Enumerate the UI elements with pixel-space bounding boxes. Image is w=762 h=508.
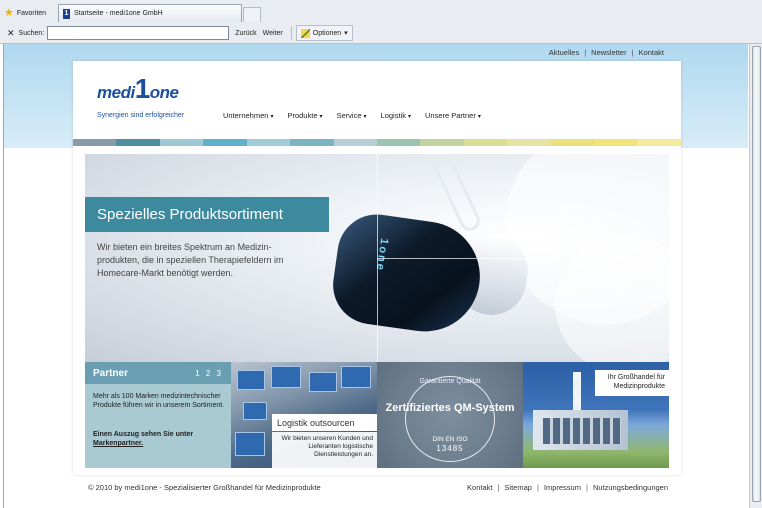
dropdown-arrow-icon: ▾ — [344, 30, 348, 37]
nav-item-unternehmen[interactable]: Unternehmen ▾ — [223, 111, 273, 120]
footer-copyright: © 2010 by medi1one - Spezialisierter Gro… — [88, 483, 321, 492]
seal-norm-number: 13485 — [436, 444, 464, 453]
tab-startseite[interactable]: 1 Startseite - medi1one GmbH — [58, 4, 242, 22]
stripe-segment — [463, 139, 508, 146]
stripe-segment — [116, 139, 160, 146]
top-link-kontakt[interactable]: Kontakt — [639, 48, 664, 57]
search-input[interactable] — [47, 26, 230, 40]
search-label: Suchen: — [18, 29, 45, 37]
star-icon: ★ — [4, 7, 14, 19]
stripe-segment — [203, 139, 247, 146]
tagline: Synergien sind erfolgreicher — [97, 112, 185, 119]
hero-title: Spezielles Produktsortiment — [85, 197, 329, 232]
tile-partner-text: Mehr als 100 Marken medizintechnischer P… — [93, 393, 225, 409]
chevron-down-icon: ▾ — [407, 114, 411, 120]
search-back-button[interactable]: Zurück — [235, 30, 256, 37]
nav-item-produkte[interactable]: Produkte ▾ — [287, 111, 322, 120]
nav-item-service[interactable]: Service ▾ — [337, 111, 367, 120]
tile-logistik-title: Logistik outsourcen — [272, 414, 377, 431]
tile-wholesale-text: Ihr Großhandel für Medizinprodukte — [595, 370, 669, 396]
feature-tiles: Partner 1 2 3 Mehr als 100 Marken medizi… — [85, 362, 669, 468]
main-nav: Unternehmen ▾ Produkte ▾ Service ▾ Logistik… — [223, 111, 481, 120]
stripe-segment — [159, 139, 204, 146]
chevron-down-icon: ▾ — [477, 114, 481, 120]
stripe-segment — [333, 139, 377, 146]
options-button[interactable]: Optionen ▾ — [295, 25, 353, 41]
favorites-button[interactable]: ★ Favoriten — [4, 5, 46, 21]
stripe-segment — [507, 139, 551, 146]
markenpartner-link[interactable]: Markenpartner. — [93, 440, 143, 447]
vertical-scrollbar[interactable] — [749, 44, 762, 508]
nav-item-partner[interactable]: Unsere Partner ▾ — [425, 111, 481, 120]
tab-bar: ★ Favoriten 1 Startseite - medi1one GmbH — [0, 3, 762, 22]
site-favicon-icon: 1 — [63, 8, 70, 19]
new-tab-button[interactable] — [243, 7, 261, 22]
footer-link-impressum[interactable]: Impressum — [544, 483, 581, 492]
tile-wholesale[interactable]: Ihr Großhandel für Medizinprodukte — [523, 362, 669, 468]
seal-main-text: Zertifiziertes QM-System — [385, 402, 515, 414]
logo-text-medi: medi — [97, 83, 135, 102]
nav-item-logistik[interactable]: Logistik ▾ — [381, 111, 411, 120]
chevron-down-icon: ▾ — [270, 114, 274, 120]
footer-link-sitemap[interactable]: Sitemap — [504, 483, 532, 492]
color-stripe — [73, 139, 681, 146]
tile-quality[interactable]: Garantierte Qualität Zertifiziertes QM-S… — [377, 362, 523, 468]
tile-logistik[interactable]: Logistik outsourcen Wir bieten unseren K… — [231, 362, 377, 468]
search-forward-button[interactable]: Weiter — [263, 30, 283, 37]
tab-title: Startseite - medi1one GmbH — [74, 10, 163, 17]
pencil-icon — [300, 28, 310, 38]
medical-device-image: 1one — [328, 209, 533, 339]
favorites-label: Favoriten — [16, 9, 47, 17]
stripe-segment — [290, 139, 334, 146]
stripe-segment — [376, 139, 421, 146]
chevron-down-icon: ▾ — [363, 114, 367, 120]
stripe-segment — [73, 139, 117, 146]
tile-partner-title: Partner — [93, 367, 129, 379]
top-link-aktuelles[interactable]: Aktuelles — [549, 48, 579, 57]
chevron-down-icon: ▾ — [319, 114, 323, 120]
search-toolbar: ✕ Suchen: Zurück Weiter Optionen ▾ — [0, 23, 762, 43]
stripe-segment — [246, 139, 291, 146]
stripe-segment — [637, 139, 681, 146]
footer-link-nutzungsbedingungen[interactable]: Nutzungsbedingungen — [593, 483, 668, 492]
tile-partner-link-text: Einen Auszug sehen Sie unter Markenpartn… — [93, 431, 194, 447]
tile-partner-pager[interactable]: 1 2 3 — [195, 369, 223, 378]
site-logo[interactable]: medi 1 one — [97, 73, 179, 104]
tile-partner[interactable]: Partner 1 2 3 Mehr als 100 Marken medizi… — [85, 362, 231, 468]
options-label: Optionen — [312, 29, 342, 37]
top-link-newsletter[interactable]: Newsletter — [591, 48, 626, 57]
page-viewport: Aktuelles | Newsletter | Kontakt medi 1 … — [3, 44, 748, 508]
stripe-segment — [550, 139, 595, 146]
seal-norm-text: DIN EN ISO — [432, 436, 468, 443]
footer: © 2010 by medi1one - Spezialisierter Gro… — [88, 483, 668, 492]
site-container: medi 1 one Synergien sind erfolgreicher … — [73, 61, 681, 475]
stripe-segment — [420, 139, 464, 146]
tile-logistik-text: Wir bieten unseren Kunden und Lieferante… — [272, 432, 377, 468]
stripe-segment — [594, 139, 638, 146]
hero-banner[interactable]: Spezielles Produktsortiment Wir bieten e… — [85, 154, 669, 362]
top-links: Aktuelles | Newsletter | Kontakt — [548, 48, 664, 57]
browser-chrome: ★ Favoriten 1 Startseite - medi1one GmbH… — [0, 0, 762, 44]
logo-text-one: one — [149, 83, 179, 102]
logo-number: 1 — [134, 73, 151, 104]
seal-top-text: Garantierte Qualität — [419, 378, 481, 385]
scrollbar-thumb[interactable] — [752, 46, 761, 502]
close-search-icon[interactable]: ✕ — [7, 28, 15, 39]
hero-text: Wir bieten ein breites Spektrum an Mediz… — [97, 242, 284, 278]
footer-link-kontakt[interactable]: Kontakt — [467, 483, 492, 492]
toolbar-divider — [290, 26, 292, 40]
